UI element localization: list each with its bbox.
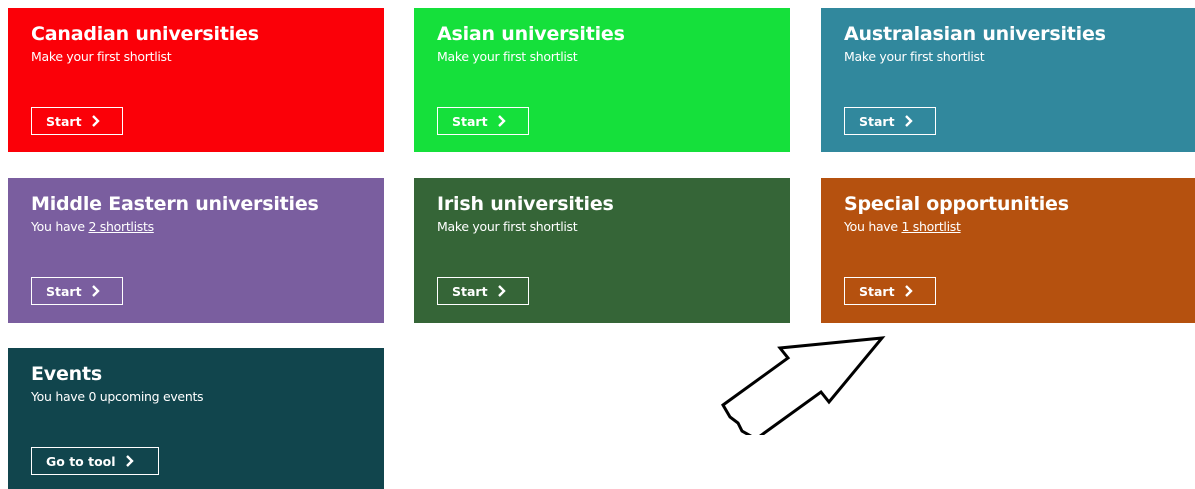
- tile-title: Middle Eastern universities: [31, 193, 319, 215]
- chevron-right-icon: [904, 115, 913, 127]
- start-button[interactable]: Start: [31, 277, 123, 305]
- button-label: Go to tool: [46, 453, 116, 469]
- shortlist-link[interactable]: 1 shortlist: [901, 219, 960, 234]
- chevron-right-icon: [91, 285, 100, 297]
- outline-arrow-icon: [721, 336, 886, 435]
- tile-subtitle: Make your first shortlist: [31, 49, 172, 64]
- tile-subtitle: You have 0 upcoming events: [31, 389, 204, 404]
- subtitle-prefix: You have: [31, 219, 89, 234]
- tile-subtitle: You have 2 shortlists: [31, 219, 384, 235]
- go-to-tool-button[interactable]: Go to tool: [31, 447, 159, 475]
- tile-title: Events: [31, 363, 102, 385]
- chevron-right-icon: [497, 115, 506, 127]
- tile-subtitle: You have 1 shortlist: [844, 219, 1195, 235]
- tile-australasian-universities: Australasian universities Make your firs…: [821, 8, 1195, 152]
- tile-title: Irish universities: [437, 193, 614, 215]
- tile-special-opportunities: Special opportunities You have 1 shortli…: [821, 178, 1195, 323]
- chevron-right-icon: [91, 115, 100, 127]
- tile-middle-eastern-universities: Middle Eastern universities You have 2 s…: [8, 178, 384, 323]
- button-label: Start: [46, 283, 82, 299]
- button-label: Start: [859, 283, 895, 299]
- tile-title: Australasian universities: [844, 23, 1106, 45]
- tile-canadian-universities: Canadian universities Make your first sh…: [8, 8, 384, 152]
- button-label: Start: [859, 113, 895, 129]
- button-label: Start: [452, 113, 488, 129]
- chevron-right-icon: [904, 285, 913, 297]
- start-button[interactable]: Start: [844, 277, 936, 305]
- start-button[interactable]: Start: [437, 107, 529, 135]
- tile-title: Asian universities: [437, 23, 625, 45]
- tile-subtitle: Make your first shortlist: [844, 49, 985, 64]
- tile-asian-universities: Asian universities Make your first short…: [414, 8, 790, 152]
- tile-events: Events You have 0 upcoming events Go to …: [8, 348, 384, 489]
- tile-title: Canadian universities: [31, 23, 259, 45]
- button-label: Start: [46, 113, 82, 129]
- start-button[interactable]: Start: [437, 277, 529, 305]
- tile-irish-universities: Irish universities Make your first short…: [414, 178, 790, 323]
- tile-subtitle: Make your first shortlist: [437, 219, 578, 234]
- button-label: Start: [452, 283, 488, 299]
- start-button[interactable]: Start: [844, 107, 936, 135]
- tile-subtitle: Make your first shortlist: [437, 49, 578, 64]
- subtitle-prefix: You have: [844, 219, 902, 234]
- chevron-right-icon: [125, 455, 134, 467]
- chevron-right-icon: [497, 285, 506, 297]
- tile-title: Special opportunities: [844, 193, 1069, 215]
- start-button[interactable]: Start: [31, 107, 123, 135]
- shortlists-link[interactable]: 2 shortlists: [88, 219, 154, 234]
